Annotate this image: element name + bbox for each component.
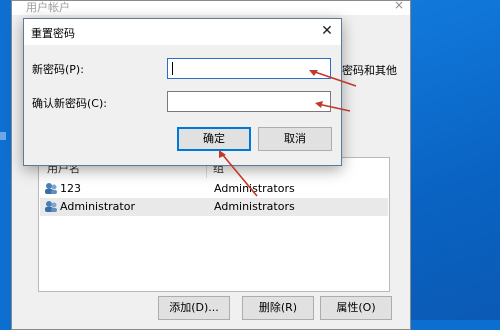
- desktop-icon-partial[interactable]: [0, 132, 6, 140]
- user-group: Administrators: [214, 200, 295, 213]
- text-caret: [172, 62, 173, 75]
- user-name: 123: [60, 182, 81, 195]
- close-icon[interactable]: ✕: [319, 22, 335, 40]
- confirm-password-label: 确认新密码(C):: [32, 97, 107, 110]
- user-row[interactable]: 123 Administrators: [40, 180, 388, 198]
- user-account-icon: [45, 201, 57, 212]
- parent-titlebar: 用户帐户 ×: [12, 0, 410, 15]
- parent-close-icon[interactable]: ×: [394, 0, 404, 12]
- new-password-field[interactable]: [167, 58, 331, 79]
- confirm-password-field[interactable]: [167, 91, 331, 112]
- ok-button[interactable]: 确定: [177, 127, 251, 151]
- properties-button[interactable]: 属性(O): [320, 296, 392, 320]
- user-group: Administrators: [214, 182, 295, 195]
- user-row[interactable]: Administrator Administrators: [40, 198, 388, 216]
- dialog-titlebar[interactable]: 重置密码 ✕: [24, 19, 341, 45]
- new-password-label: 新密码(P):: [32, 63, 84, 76]
- user-account-icon: [45, 183, 57, 194]
- parent-window-title: 用户帐户: [26, 1, 70, 14]
- parent-description-text: 密码和其他: [342, 64, 397, 77]
- add-user-button[interactable]: 添加(D)...: [158, 296, 230, 320]
- cancel-button[interactable]: 取消: [258, 127, 332, 151]
- remove-user-button[interactable]: 删除(R): [242, 296, 314, 320]
- dialog-title: 重置密码: [31, 27, 75, 40]
- reset-password-dialog: 重置密码 ✕ 新密码(P): 确认新密码(C): 确定 取消: [23, 18, 342, 166]
- user-name: Administrator: [60, 200, 135, 213]
- users-list[interactable]: 用户名 组 123 Administrators Administrator A…: [38, 157, 390, 292]
